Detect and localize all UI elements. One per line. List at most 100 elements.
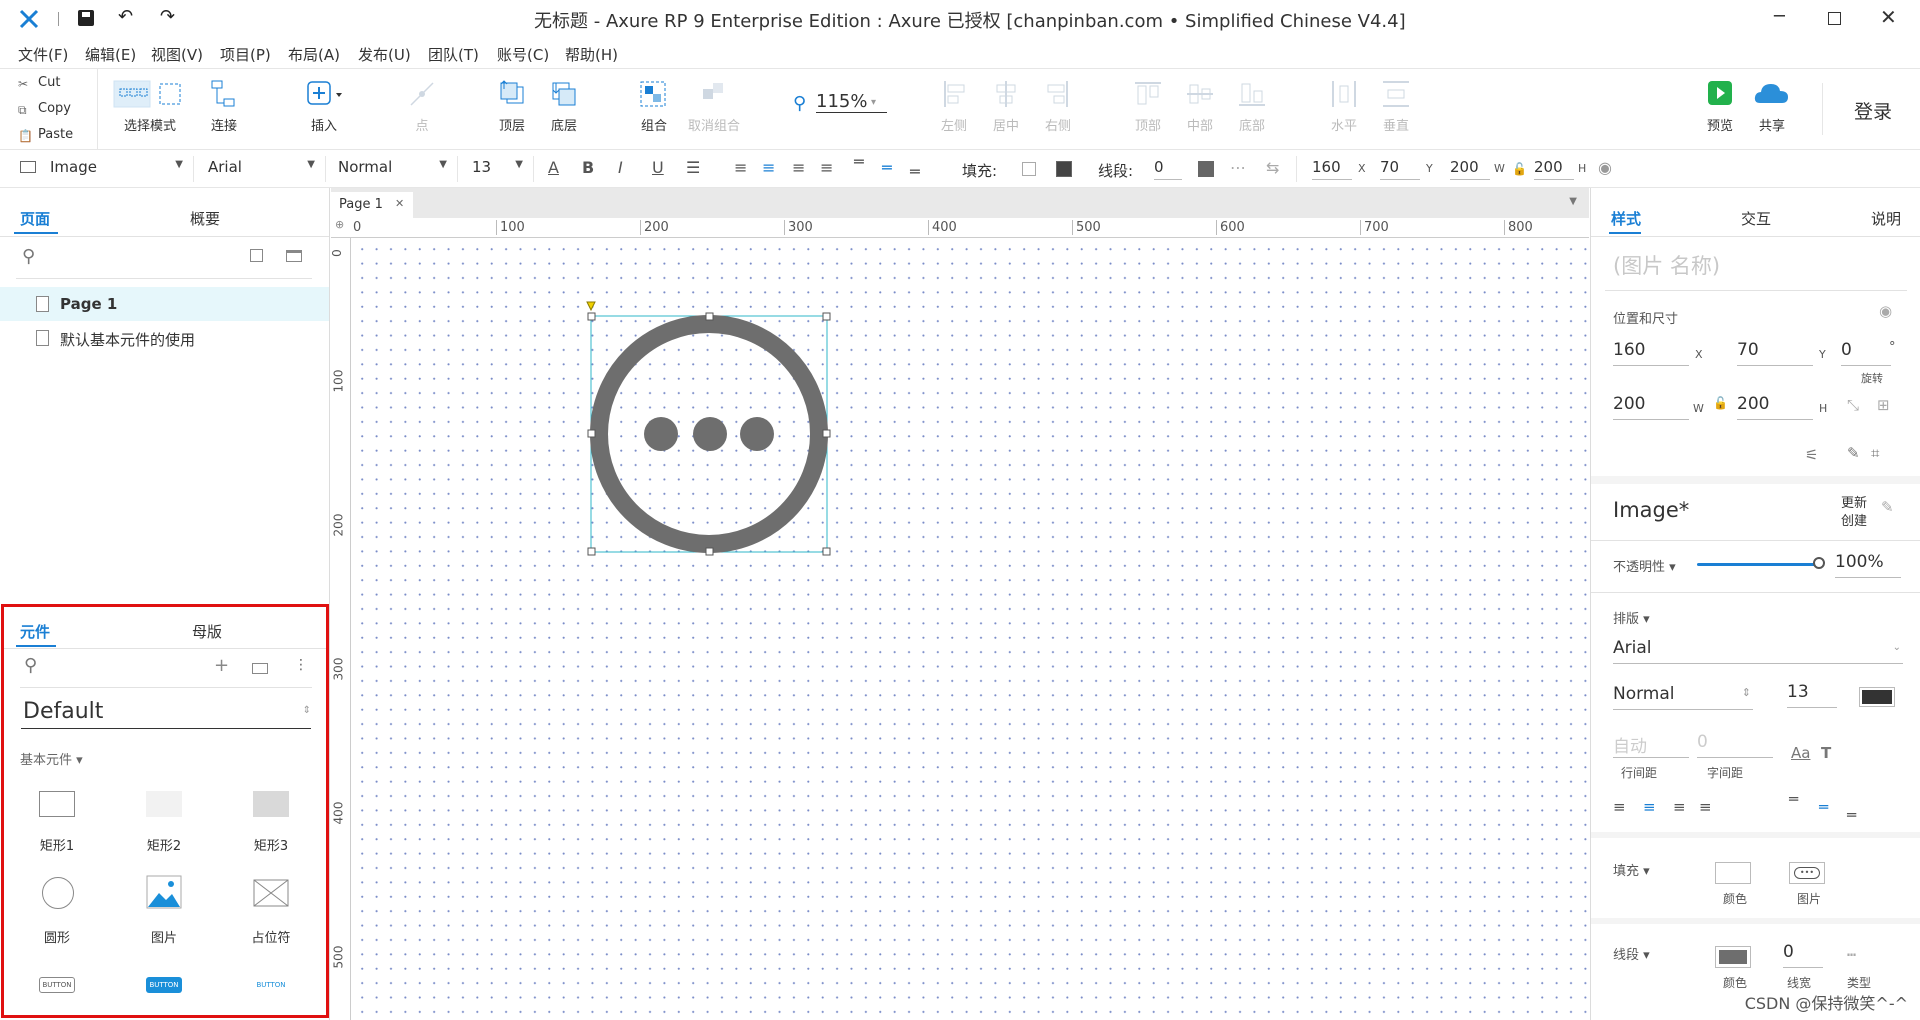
opacity-slider[interactable] — [1697, 563, 1817, 566]
add-library-icon[interactable]: + — [214, 655, 229, 676]
tabs-dropdown-icon[interactable]: ▼ — [1569, 196, 1577, 207]
create-style-link[interactable]: 创建 — [1841, 510, 1867, 529]
align-text-right-icon[interactable]: ≡ — [792, 158, 805, 177]
minimize-button[interactable]: ─ — [1774, 6, 1785, 27]
paste-button[interactable]: 📋 Paste — [0, 123, 96, 149]
fill-image-button[interactable]: ••• — [1789, 862, 1825, 884]
font-family-select[interactable]: Arial ▼ — [206, 156, 326, 182]
menu-layout[interactable]: 布局(A) — [288, 44, 340, 65]
align-top-button[interactable]: 顶部 — [1118, 79, 1178, 143]
align-center-button[interactable]: 居中 — [976, 79, 1036, 143]
send-to-back-button[interactable]: 底层 — [534, 79, 594, 143]
font-weight-select[interactable]: Normal ▼ — [338, 156, 458, 182]
login-button[interactable]: 登录 — [1854, 97, 1892, 124]
tab-style[interactable]: 样式 — [1611, 208, 1641, 229]
adjust-settings-icon[interactable]: ⚟ — [1805, 446, 1818, 464]
pen-icon[interactable]: ✎ — [1847, 444, 1860, 462]
tab-masters[interactable]: 母版 — [192, 621, 222, 642]
zoom-chevron-down-icon[interactable]: ▾ — [871, 97, 876, 108]
opacity-input[interactable]: 100% — [1835, 552, 1901, 578]
height-input[interactable]: 200 — [1737, 394, 1813, 420]
width-input[interactable]: 200 — [1613, 394, 1689, 420]
italic-icon[interactable]: I — [618, 158, 623, 177]
align-bottom-button[interactable]: 底部 — [1222, 79, 1282, 143]
justify-icon[interactable]: ≡ — [820, 158, 833, 177]
fill-image-icon[interactable] — [1056, 161, 1072, 177]
group-button[interactable]: 组合 — [624, 79, 684, 143]
menu-view[interactable]: 视图(V) — [151, 44, 203, 65]
text-color-icon[interactable]: A — [548, 158, 559, 177]
arrow-style-icon[interactable]: ⇆ — [1266, 158, 1279, 177]
widget-rectangle-1[interactable]: 矩形1 — [12, 779, 102, 859]
fit-to-content-icon[interactable]: ⤡ — [1847, 396, 1859, 414]
char-spacing-input[interactable]: 0 — [1697, 732, 1773, 758]
widget-type-select[interactable]: Image ▼ — [14, 156, 194, 182]
align-left-button[interactable]: 左侧 — [924, 79, 984, 143]
tab-outline[interactable]: 概要 — [190, 208, 220, 229]
menu-publish[interactable]: 发布(U) — [358, 44, 411, 65]
align-text-center-icon[interactable]: ≡ — [762, 158, 775, 177]
preview-button[interactable]: 预览 — [1690, 79, 1750, 143]
library-select[interactable]: Default ⇕ — [21, 699, 311, 729]
stroke-label[interactable]: 线段 ▾ — [1613, 944, 1650, 963]
font-size-select[interactable]: 13 ▼ — [470, 156, 534, 182]
underline-icon[interactable]: U — [652, 158, 664, 177]
menu-account[interactable]: 账号(C) — [497, 44, 549, 65]
tab-notes[interactable]: 说明 — [1871, 208, 1901, 229]
valign-middle-icon[interactable]: ═ — [882, 158, 892, 177]
x-input[interactable]: 160 — [1613, 340, 1689, 366]
widget-placeholder[interactable]: 占位符 — [226, 871, 316, 951]
widget-primary-button[interactable]: BUTTON — [119, 971, 209, 1001]
edit-style-icon[interactable]: ✎ — [1881, 498, 1894, 516]
bring-to-front-button[interactable]: 顶层 — [482, 79, 542, 143]
menu-file[interactable]: 文件(F) — [18, 44, 68, 65]
valign-middle-icon[interactable]: ═ — [1819, 798, 1828, 816]
stroke-pattern-icon[interactable]: ⋯ — [1230, 158, 1246, 177]
distribute-vertical-button[interactable]: 垂直 — [1366, 79, 1426, 143]
tab-interaction[interactable]: 交互 — [1741, 208, 1771, 229]
y-input[interactable]: 70 — [1380, 158, 1420, 180]
bold-icon[interactable]: B — [582, 158, 594, 177]
align-right-button[interactable]: 右侧 — [1028, 79, 1088, 143]
undo-icon[interactable]: ↶ — [118, 6, 133, 27]
valign-top-icon[interactable]: ═ — [1789, 790, 1798, 808]
distribute-horizontal-button[interactable]: 水平 — [1314, 79, 1374, 143]
typography-label[interactable]: 排版 ▾ — [1613, 608, 1650, 627]
eye-icon[interactable]: ◉ — [1879, 302, 1892, 320]
menu-help[interactable]: 帮助(H) — [565, 44, 618, 65]
share-button[interactable]: 共享 — [1742, 79, 1802, 143]
align-text-left-icon[interactable]: ≡ — [734, 158, 747, 177]
width-input[interactable]: 200 — [1450, 158, 1490, 180]
fill-color-swatch[interactable] — [1022, 162, 1036, 176]
search-icon[interactable]: ⚲ — [22, 246, 35, 267]
font-weight-select[interactable]: Normal ⇕ — [1613, 682, 1753, 710]
copy-button[interactable]: ⧉ Copy — [0, 97, 96, 123]
widget-name-input[interactable]: (图片 名称) — [1613, 250, 1720, 280]
close-tab-icon[interactable]: ✕ — [395, 197, 404, 210]
font-size-input[interactable]: 13 — [1787, 682, 1837, 708]
fill-label[interactable]: 填充 ▾ — [1613, 860, 1650, 879]
font-family-select[interactable]: Arial ⌄ — [1613, 636, 1903, 664]
opacity-label[interactable]: 不透明性 ▾ — [1613, 556, 1676, 575]
search-icon[interactable]: ⚲ — [24, 655, 37, 676]
save-icon[interactable] — [78, 10, 94, 26]
section-basic-widgets[interactable]: 基本元件 ▾ — [20, 749, 83, 768]
crop-icon[interactable]: ⌗ — [1871, 444, 1879, 462]
lock-icon[interactable]: 🔓 — [1512, 162, 1527, 176]
tab-pages[interactable]: 页面 — [20, 208, 50, 229]
library-menu-icon[interactable] — [252, 663, 268, 674]
page-item-basic-widgets[interactable]: 默认基本元件的使用 — [0, 321, 329, 355]
connect-button[interactable]: 连接 — [194, 79, 254, 143]
line-spacing-input[interactable]: 自动 — [1613, 732, 1689, 758]
align-text-left-icon[interactable]: ≡ — [1613, 798, 1626, 816]
stroke-color-swatch[interactable] — [1715, 946, 1751, 968]
original-size-icon[interactable]: ⊞ — [1877, 396, 1890, 414]
text-shadow-icon[interactable]: T — [1821, 744, 1831, 762]
valign-bottom-icon[interactable]: ═ — [910, 162, 920, 181]
page-item-page-1[interactable]: Page 1 — [0, 287, 329, 321]
design-canvas[interactable] — [351, 238, 1589, 1020]
align-text-right-icon[interactable]: ≡ — [1673, 798, 1686, 816]
widget-link-button[interactable]: BUTTON — [226, 971, 316, 1001]
opacity-slider-handle[interactable] — [1813, 557, 1825, 569]
fill-color-swatch[interactable] — [1715, 862, 1751, 884]
